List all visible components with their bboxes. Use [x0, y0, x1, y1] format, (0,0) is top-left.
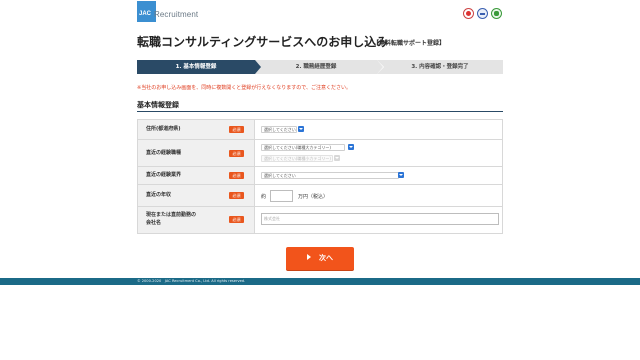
job-type-label: 直近の経験職種 — [146, 150, 182, 156]
form-row-income: 直近の年収 必須 約 万円（税込） — [138, 185, 502, 207]
job-subcategory-select[interactable]: 選択してください(職種小カテゴリー) — [261, 155, 333, 162]
chevron-down-icon — [334, 155, 340, 161]
company-label-line2: 会社名 — [146, 220, 162, 226]
form-field-cell: 約 万円（税込） — [255, 185, 502, 206]
form-row-company: 現在または直前勤務の 会社名 必須 株式会社 — [138, 207, 502, 233]
security-seal-icon — [477, 8, 488, 19]
industry-select[interactable]: 選択してください — [261, 172, 399, 179]
jac-recruitment-logo[interactable]: JAC Recruitment — [137, 1, 199, 22]
industry-label: 直近の経験業界 — [146, 172, 182, 178]
site-footer — [0, 278, 640, 285]
form-label-cell: 直近の年収 必須 — [138, 185, 255, 206]
page-subtitle: 【無料転職サポート登録】 — [373, 40, 446, 47]
step-arrow-2 — [377, 60, 383, 74]
chevron-down-icon[interactable] — [348, 144, 354, 150]
form-field-cell: 選択してください — [255, 167, 502, 184]
page-title: 転職コンサルティングサービスへのお申し込み — [137, 35, 389, 49]
chevron-down-icon[interactable] — [298, 126, 304, 132]
form-label-cell: 現在または直前勤務の 会社名 必須 — [138, 207, 255, 233]
income-label: 直近の年収 — [146, 192, 172, 198]
income-input[interactable] — [270, 190, 293, 202]
logo-mark-text: JAC — [139, 11, 152, 17]
job-category-select[interactable]: 選択してください(職種大カテゴリー) — [261, 144, 345, 151]
site-header: JAC Recruitment — [0, 0, 640, 24]
notice-text: ※当社のお申し込み画面を、同時に複数開くと登録が行えなくなりますので、ご注意くだ… — [137, 85, 351, 91]
form-row-job-type: 直近の経験職種 必須 選択してください(職種大カテゴリー) 選択してください(職… — [138, 140, 502, 167]
privacy-mark-icon — [463, 8, 474, 19]
progress-steps: 1. 基本情報登録 2. 職務経歴登録 3. 内容確認・登録完了 — [137, 60, 503, 74]
required-badge: 必須 — [229, 150, 244, 157]
required-badge: 必須 — [229, 172, 244, 179]
step-arrow-1 — [255, 60, 261, 74]
logo-text: Recruitment — [154, 10, 199, 19]
form-row-industry: 直近の経験業界 必須 選択してください — [138, 167, 502, 185]
required-badge: 必須 — [229, 192, 244, 199]
form-field-cell: 株式会社 — [255, 207, 502, 233]
company-name-input[interactable]: 株式会社 — [261, 213, 499, 225]
prefecture-select[interactable]: 選択してください — [261, 126, 297, 133]
certification-badges — [463, 8, 502, 20]
form-row-prefecture: 住所(都道府県) 必須 選択してください — [138, 120, 502, 140]
chevron-down-icon[interactable] — [398, 172, 404, 178]
section-divider — [137, 111, 503, 112]
trust-seal-icon — [491, 8, 502, 19]
copyright-text: © 2000-2020 JAC Recruitment Co., Ltd. Al… — [137, 279, 246, 283]
step-work-history: 2. 職務経歴登録 — [255, 60, 377, 74]
section-title: 基本情報登録 — [137, 101, 179, 109]
form-field-cell: 選択してください — [255, 120, 502, 139]
basic-info-form: 住所(都道府県) 必須 選択してください 直近の経験職種 必須 選択してください… — [137, 119, 503, 234]
step-basic-info: 1. 基本情報登録 — [137, 60, 255, 74]
step-confirm-complete: 3. 内容確認・登録完了 — [377, 60, 503, 74]
form-label-cell: 住所(都道府県) 必須 — [138, 120, 255, 139]
form-field-cell: 選択してください(職種大カテゴリー) 選択してください(職種小カテゴリー) — [255, 140, 502, 166]
required-badge: 必須 — [229, 216, 244, 223]
form-label-cell: 直近の経験職種 必須 — [138, 140, 255, 166]
prefecture-label: 住所(都道府県) — [146, 126, 181, 132]
next-button-label: 次へ — [319, 254, 333, 262]
play-arrow-icon — [307, 254, 311, 260]
next-button[interactable]: 次へ — [286, 247, 354, 270]
form-label-cell: 直近の経験業界 必須 — [138, 167, 255, 184]
required-badge: 必須 — [229, 126, 244, 133]
company-label-line1: 現在または直前勤務の — [146, 212, 197, 218]
income-suffix: 万円（税込） — [298, 194, 329, 200]
income-prefix: 約 — [261, 194, 267, 200]
